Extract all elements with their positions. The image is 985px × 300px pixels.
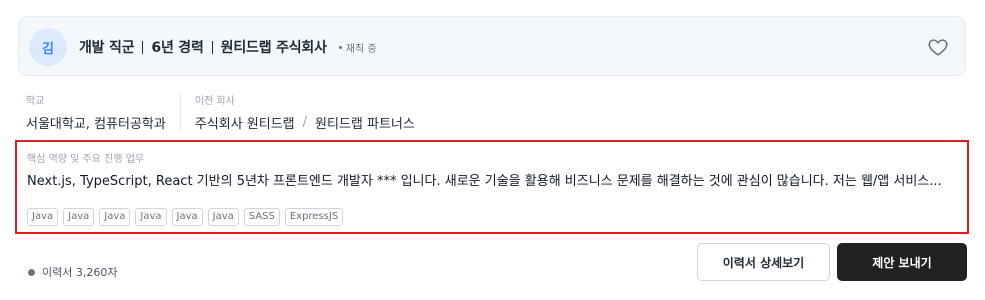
previous-company: 주식회사 원티드랩: [194, 117, 295, 132]
view-resume-detail-button[interactable]: 이력서 상세보기: [697, 243, 830, 281]
resume-length-label: 이력서 3,260자: [42, 266, 118, 279]
employment-status-label: 재직 중: [345, 43, 377, 55]
divider: [142, 40, 144, 54]
employment-status: 재직 중: [338, 40, 377, 55]
skill-tag: Java: [63, 208, 95, 226]
previous-company-list: 주식회사 원티드랩 / 원티드랩 파트너스: [195, 113, 415, 132]
skill-tag: Java: [171, 208, 203, 226]
heart-icon[interactable]: [927, 36, 949, 58]
school-label: 학교: [26, 96, 45, 107]
send-offer-button[interactable]: 제안 보내기: [837, 243, 967, 281]
core-skills-section: 핵심 역량 및 주요 진행 업무 Next.js, TypeScript, Re…: [15, 140, 969, 234]
bullet-dot-icon: [28, 268, 35, 276]
skill-tag: Java: [135, 208, 167, 226]
candidate-header-card: 김 개발 직군 6년 경력 원티드랩 주식회사 재직 중: [18, 16, 966, 76]
education-career-row: 학교 서울대학교, 컴퓨터공학과 이전 회사 주식회사 원티드랩 / 원티드랩 …: [26, 92, 415, 132]
divider: [211, 40, 213, 54]
previous-company-info: 이전 회사 주식회사 원티드랩 / 원티드랩 파트너스: [195, 92, 415, 132]
avatar: 김: [29, 28, 67, 66]
company-separator: /: [302, 115, 308, 130]
previous-company: 원티드랩 파트너스: [315, 117, 415, 132]
skill-tag: Java: [99, 208, 131, 226]
current-company: 원티드랩 주식회사: [220, 40, 327, 56]
skill-tag: ExpressJS: [284, 208, 344, 226]
skill-tags: Java Java Java Java Java Java SASS Expre…: [27, 208, 344, 226]
core-skills-description: Next.js, TypeScript, React 기반의 5년차 프론트엔드…: [27, 174, 942, 189]
skill-tag: Java: [207, 208, 239, 226]
school-info: 학교 서울대학교, 컴퓨터공학과: [26, 92, 166, 132]
divider: [179, 94, 181, 130]
core-skills-label: 핵심 역량 및 주요 진행 업무: [27, 154, 145, 165]
status-dot-icon: [338, 45, 342, 49]
job-category: 개발 직군: [79, 40, 135, 56]
experience-years: 6년 경력: [151, 40, 204, 56]
candidate-summary: 개발 직군 6년 경력 원티드랩 주식회사 재직 중: [79, 17, 377, 77]
school-value: 서울대학교, 컴퓨터공학과: [26, 117, 166, 132]
skill-tag: SASS: [243, 208, 280, 226]
skill-tag: Java: [27, 208, 59, 226]
previous-company-label: 이전 회사: [194, 96, 235, 107]
resume-length: 이력서 3,260자: [28, 264, 117, 280]
